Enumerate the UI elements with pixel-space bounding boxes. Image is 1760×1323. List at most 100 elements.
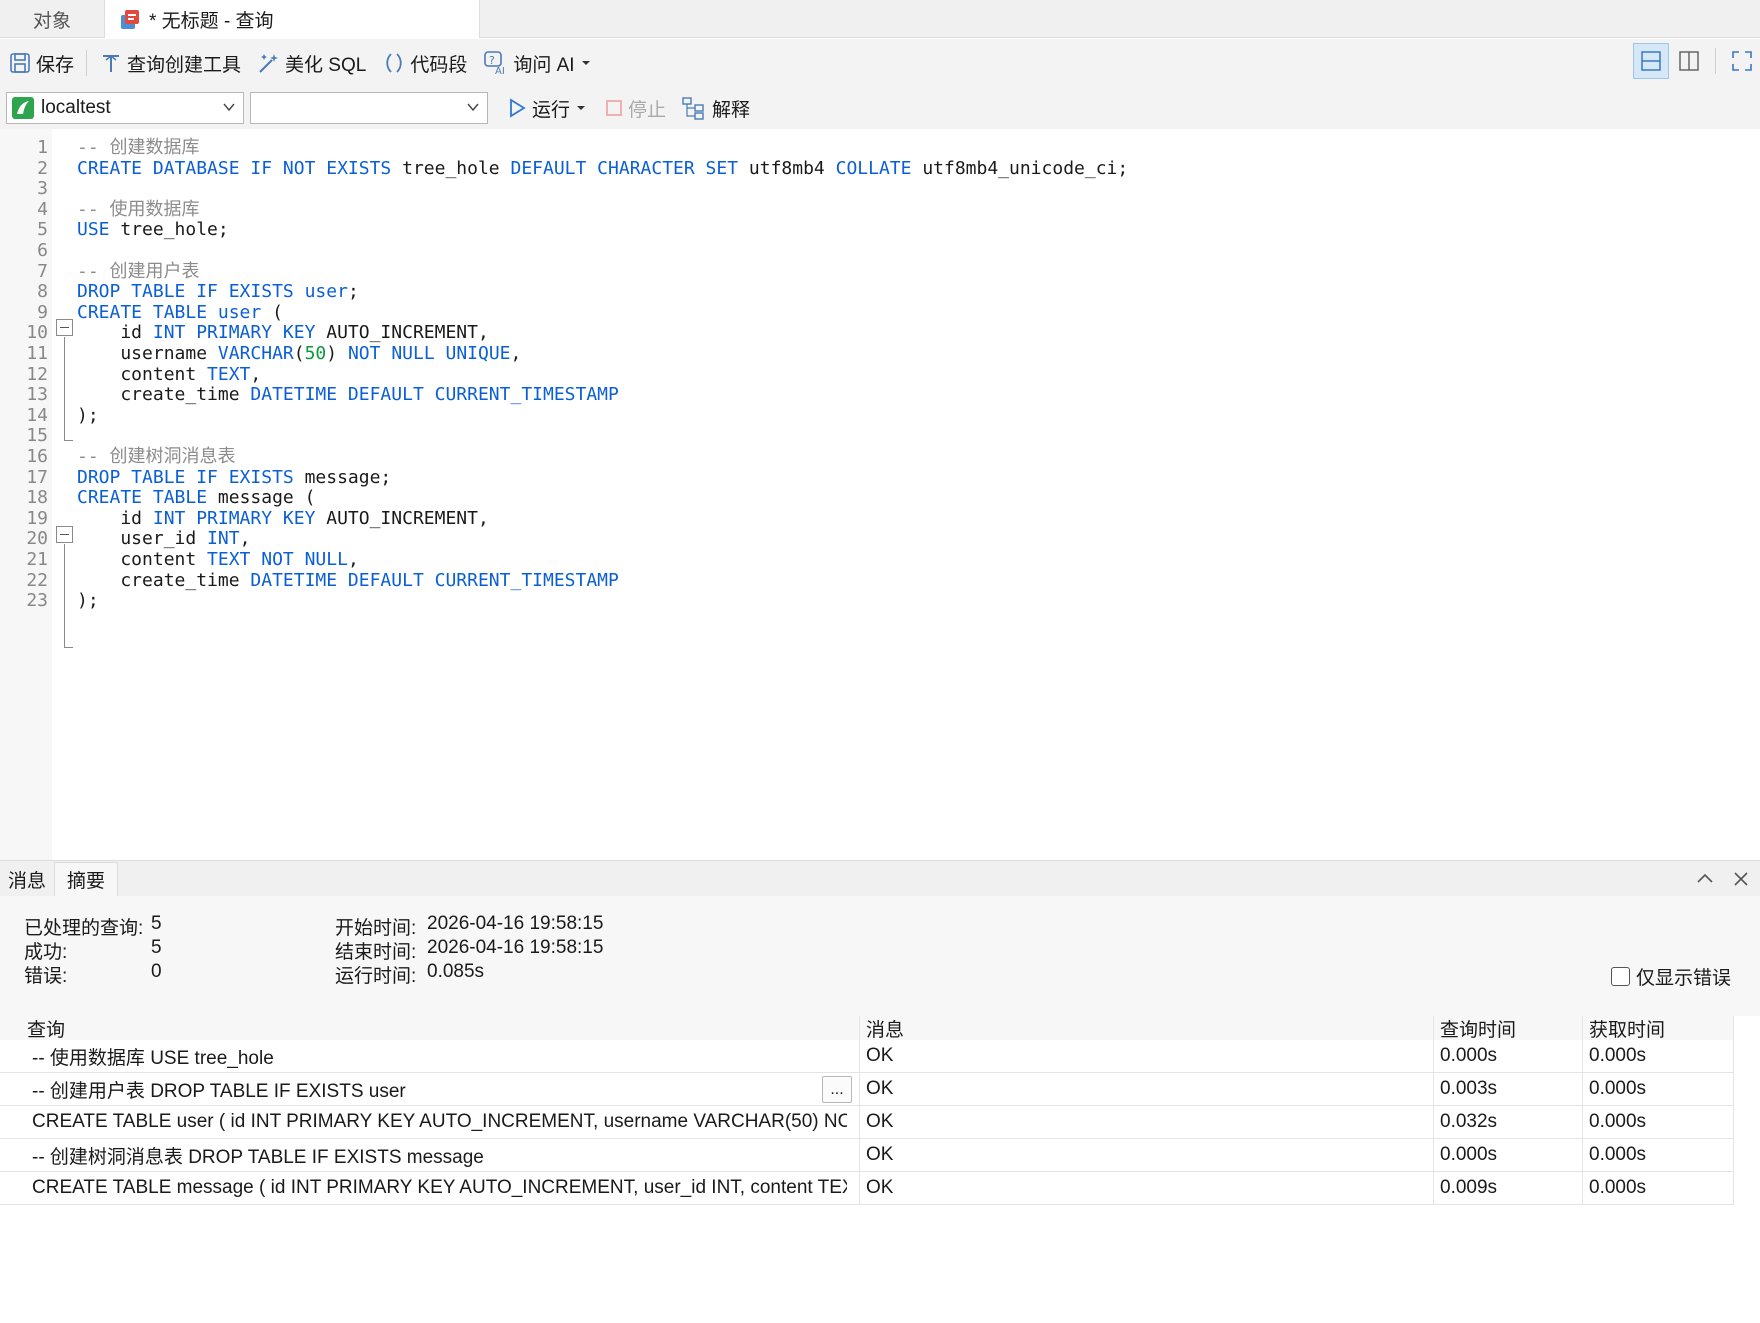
fold-toggle-create-message[interactable] bbox=[56, 526, 73, 543]
column-divider bbox=[859, 1172, 860, 1204]
column-divider bbox=[1433, 1139, 1434, 1171]
expand-query-button[interactable]: ... bbox=[822, 1076, 852, 1103]
collapse-icon bbox=[1697, 873, 1713, 883]
code-line[interactable]: 1 -- 创建数据库 bbox=[0, 136, 1760, 159]
errors-only-toggle[interactable]: 仅显示错误 bbox=[1611, 963, 1731, 990]
processed-label: 已处理的查询: bbox=[24, 918, 144, 939]
tab-messages[interactable]: 消息 bbox=[0, 862, 54, 896]
tab-summary[interactable]: 摘要 bbox=[54, 862, 119, 896]
dropdown-arrow-icon[interactable] bbox=[579, 56, 593, 70]
query-builder-button[interactable]: 查询创建工具 bbox=[91, 43, 249, 83]
beautify-sql-button[interactable]: 美化 SQL bbox=[249, 43, 374, 83]
sql-keyword: INT PRIMARY KEY bbox=[152, 322, 327, 344]
tab-objects[interactable]: 对象 bbox=[0, 0, 104, 38]
table-row[interactable]: -- 创建树洞消息表 DROP TABLE IF EXISTS message O… bbox=[0, 1139, 1734, 1172]
document-tab-bar: 对象 * 无标题 - 查询 bbox=[0, 0, 1760, 38]
code-line[interactable]: 2 CREATE DATABASE IF NOT EXISTS tree_hole… bbox=[0, 157, 1760, 180]
code-line[interactable]: 18 CREATE TABLE message ( bbox=[0, 486, 1760, 509]
fold-guide bbox=[64, 337, 65, 429]
column-divider bbox=[1582, 1139, 1583, 1171]
close-panel-button[interactable] bbox=[1729, 867, 1753, 891]
column-divider bbox=[1582, 1106, 1583, 1138]
connection-select[interactable]: localtest bbox=[6, 92, 244, 124]
sql-text: ) bbox=[326, 343, 348, 364]
code-snippet-button[interactable]: 代码段 bbox=[374, 43, 475, 83]
processed-value: 5 bbox=[151, 913, 162, 934]
sql-text: AUTO_INCREMENT, bbox=[326, 507, 489, 529]
code-line[interactable]: 17 DROP TABLE IF EXISTS message; bbox=[0, 466, 1760, 489]
query-cell: CREATE TABLE message ( id INT PRIMARY KE… bbox=[32, 1177, 847, 1198]
code-line[interactable]: 7 -- 创建用户表 bbox=[0, 260, 1760, 283]
line-number: 23 bbox=[26, 590, 48, 612]
table-row[interactable]: -- 使用数据库 USE tree_hole OK 0.000s 0.000s bbox=[0, 1040, 1734, 1073]
ask-ai-label: 询问 AI bbox=[513, 54, 575, 76]
save-icon bbox=[10, 53, 30, 73]
table-header: 查询 消息 查询时间 获取时间 bbox=[0, 1016, 1734, 1040]
elapsed-label: 运行时间: bbox=[335, 966, 417, 987]
layout-vertical-button[interactable] bbox=[1671, 43, 1707, 79]
explain-button[interactable]: 解释 bbox=[674, 88, 758, 128]
run-icon bbox=[510, 98, 526, 118]
table-row[interactable]: -- 创建用户表 DROP TABLE IF EXISTS user OK 0.00… bbox=[0, 1073, 1734, 1106]
code-line[interactable]: 12 content TEXT, bbox=[0, 363, 1760, 386]
column-header-query-time[interactable]: 查询时间 bbox=[1440, 1016, 1516, 1041]
explain-label: 解释 bbox=[712, 99, 751, 121]
column-header-message[interactable]: 消息 bbox=[866, 1016, 904, 1041]
tab-messages-label: 消息 bbox=[8, 870, 47, 892]
line-number: 13 bbox=[26, 384, 48, 406]
view-controls bbox=[1633, 43, 1760, 79]
code-line[interactable]: 23); bbox=[0, 589, 1760, 612]
code-line[interactable]: 8 DROP TABLE IF EXISTS user; bbox=[0, 280, 1760, 303]
tab-query-label: * 无标题 - 查询 bbox=[149, 10, 274, 32]
layout-horizontal-button[interactable] bbox=[1633, 43, 1669, 79]
code-line[interactable]: 22 create_time DATETIME DEFAULT CURRENT_… bbox=[0, 569, 1760, 592]
collapse-panel-button[interactable] bbox=[1693, 867, 1717, 891]
column-divider bbox=[859, 1016, 860, 1040]
code-line[interactable]: 21 content TEXT NOT NULL, bbox=[0, 548, 1760, 571]
table-row[interactable]: CREATE TABLE user ( id INT PRIMARY KEY A… bbox=[0, 1106, 1734, 1139]
code-text: DROP TABLE IF EXISTS message; bbox=[77, 466, 391, 489]
line-number: 4 bbox=[37, 198, 48, 220]
code-text: CREATE DATABASE IF NOT EXISTS tree_hole … bbox=[77, 157, 1128, 180]
code-line[interactable]: 16 -- 创建树洞消息表 bbox=[0, 445, 1760, 468]
code-line[interactable]: 6 bbox=[0, 239, 1760, 262]
sql-keyword: DROP TABLE IF EXISTS bbox=[77, 466, 305, 488]
close-icon bbox=[1734, 872, 1748, 886]
code-line[interactable]: 10 id INT PRIMARY KEY AUTO_INCREMENT, bbox=[0, 321, 1760, 344]
stop-button[interactable]: 停止 bbox=[596, 88, 674, 128]
line-number: 21 bbox=[26, 549, 48, 570]
code-line[interactable]: 13 create_time DATETIME DEFAULT CURRENT_… bbox=[0, 383, 1760, 406]
line-number: 6 bbox=[37, 240, 48, 261]
code-text: username VARCHAR(50) NOT NULL UNIQUE, bbox=[77, 342, 521, 365]
code-line[interactable]: 11 username VARCHAR(50) NOT NULL UNIQUE, bbox=[0, 342, 1760, 365]
line-number: 20 bbox=[26, 528, 48, 550]
code-line[interactable]: 5 USE tree_hole; bbox=[0, 218, 1760, 241]
line-number: 15 bbox=[26, 425, 48, 447]
run-button[interactable]: 运行 bbox=[498, 88, 596, 128]
code-line[interactable]: 19 id INT PRIMARY KEY AUTO_INCREMENT, bbox=[0, 507, 1760, 530]
fullscreen-button[interactable] bbox=[1724, 43, 1760, 79]
code-line[interactable]: 3 bbox=[0, 177, 1760, 200]
code-text: -- 创建数据库 bbox=[77, 136, 200, 159]
code-line[interactable]: 14); bbox=[0, 404, 1760, 427]
errors-only-checkbox[interactable] bbox=[1611, 967, 1630, 986]
code-line[interactable]: 15 bbox=[0, 424, 1760, 447]
sql-keyword: DATETIME DEFAULT CURRENT_TIMESTAMP bbox=[250, 569, 619, 591]
line-number: 14 bbox=[26, 404, 48, 426]
column-header-fetch-time[interactable]: 获取时间 bbox=[1589, 1016, 1665, 1041]
start-time-value: 2026-04-16 19:58:15 bbox=[427, 913, 604, 934]
sql-text: , bbox=[250, 363, 262, 385]
database-select[interactable] bbox=[250, 92, 488, 124]
code-line[interactable]: 9 CREATE TABLE user ( bbox=[0, 301, 1760, 324]
table-row[interactable]: CREATE TABLE message ( id INT PRIMARY KE… bbox=[0, 1172, 1734, 1205]
code-line[interactable]: 20 user_id INT, bbox=[0, 527, 1760, 550]
save-button[interactable]: 保存 bbox=[0, 43, 82, 83]
tab-query[interactable]: * 无标题 - 查询 bbox=[104, 0, 480, 38]
fold-toggle-create-user[interactable] bbox=[56, 319, 73, 336]
column-header-query[interactable]: 查询 bbox=[27, 1016, 65, 1041]
dropdown-arrow-icon[interactable] bbox=[574, 101, 588, 115]
code-line[interactable]: 4 -- 使用数据库 bbox=[0, 198, 1760, 221]
sql-text: , bbox=[347, 549, 359, 570]
sql-editor[interactable]: 1 -- 创建数据库 2 CREATE DATABASE IF NOT EXISTS … bbox=[0, 129, 1760, 860]
ask-ai-button[interactable]: ? AI 询问 AI bbox=[475, 43, 600, 83]
